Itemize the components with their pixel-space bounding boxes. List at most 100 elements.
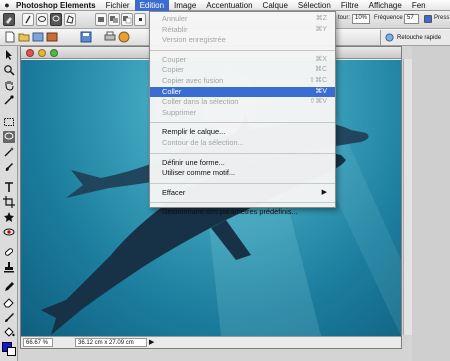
new-document-icon[interactable] bbox=[4, 31, 16, 43]
document-statusbar: 66.67 % 36.12 cm x 27.09 cm ▶ bbox=[21, 336, 401, 348]
menu-item-copier-avec-fusion[interactable]: Copier avec fusion ⇧⌘C bbox=[150, 76, 335, 87]
eyedropper-tool-icon[interactable] bbox=[3, 94, 15, 106]
selection-brush-tool-icon[interactable] bbox=[3, 161, 15, 173]
document-size-field: 36.12 cm x 27.09 cm bbox=[75, 338, 147, 347]
menu-affichage[interactable]: Affichage bbox=[364, 0, 407, 11]
marquee-tool-icon[interactable] bbox=[3, 116, 15, 128]
menu-item-utiliser-comme-motif[interactable]: Utiliser comme motif... bbox=[150, 168, 335, 179]
menu-item-label: Gestionnaire des paramètres prédéfinis..… bbox=[162, 207, 298, 217]
cookie-cutter-tool-icon[interactable] bbox=[3, 211, 15, 223]
menu-item-gestionnaire-des-parametres[interactable]: Gestionnaire des paramètres prédéfinis..… bbox=[150, 207, 335, 218]
tolerance-field[interactable]: 10% bbox=[352, 14, 370, 24]
menu-item-retablir[interactable]: Rétablir ⌘Y bbox=[150, 25, 335, 36]
quick-fix-label: Retouche rapide bbox=[397, 34, 442, 41]
menu-item-label: Effacer bbox=[162, 187, 186, 197]
menu-separator bbox=[150, 122, 335, 124]
browse-icon[interactable] bbox=[32, 31, 44, 43]
frequency-field[interactable]: 57 bbox=[404, 14, 419, 24]
clone-stamp-tool-icon[interactable] bbox=[3, 261, 15, 273]
menu-item-shortcut: ⌘Y bbox=[315, 25, 327, 33]
menu-item-label: Couper bbox=[162, 54, 187, 64]
pressure-label: Press bbox=[434, 15, 450, 21]
apple-menu-icon[interactable]: ● bbox=[0, 0, 14, 10]
menu-item-shortcut: ⌘X bbox=[315, 55, 327, 63]
paint-bucket-tool-icon[interactable] bbox=[3, 326, 15, 338]
menu-edition[interactable]: Edition bbox=[134, 0, 170, 11]
subtract-selection-icon[interactable] bbox=[121, 13, 133, 26]
menu-filtre[interactable]: Filtre bbox=[336, 0, 364, 11]
menu-item-label: Supprimer bbox=[162, 107, 197, 117]
tool-preset-icon[interactable] bbox=[3, 13, 15, 26]
healing-brush-tool-icon[interactable] bbox=[3, 246, 15, 258]
menu-separator bbox=[150, 152, 335, 154]
zoom-window-icon[interactable] bbox=[50, 49, 58, 57]
menu-fichier[interactable]: Fichier bbox=[101, 0, 135, 11]
frequency-label: Fréquence : bbox=[374, 15, 407, 21]
eraser-tool-icon[interactable] bbox=[3, 296, 15, 308]
zoom-field[interactable]: 66.67 % bbox=[23, 338, 53, 347]
menu-item-label: Coller bbox=[162, 86, 182, 96]
menu-item-effacer[interactable]: Effacer ▶ bbox=[150, 188, 335, 199]
menu-item-coller[interactable]: Coller ⌘V bbox=[150, 86, 335, 98]
menu-item-supprimer[interactable]: Supprimer bbox=[150, 108, 335, 119]
pencil-tool-icon[interactable] bbox=[3, 281, 15, 293]
menu-separator bbox=[150, 49, 335, 51]
save-icon[interactable] bbox=[80, 31, 92, 43]
vertical-scrollbar[interactable] bbox=[403, 59, 412, 335]
background-color-swatch[interactable] bbox=[7, 347, 16, 356]
menu-item-shortcut: ⇧⌘V bbox=[309, 98, 327, 106]
lasso-icon[interactable] bbox=[50, 13, 62, 26]
print-icon[interactable] bbox=[104, 31, 116, 43]
move-tool-icon[interactable] bbox=[3, 49, 15, 61]
menu-item-label: Utiliser comme motif... bbox=[162, 168, 236, 178]
tolerance-label: tour: bbox=[338, 15, 351, 21]
intersect-selection-icon[interactable] bbox=[134, 13, 146, 26]
magic-wand-tool-icon[interactable] bbox=[3, 146, 15, 158]
menu-bar: ● Photoshop Elements Fichier Edition Ima… bbox=[0, 0, 450, 11]
minimize-window-icon[interactable] bbox=[38, 49, 46, 57]
menu-item-contour-de-la-selection[interactable]: Contour de la sélection... bbox=[150, 138, 335, 149]
menu-item-couper[interactable]: Couper ⌘X bbox=[150, 55, 335, 66]
menu-fenetre[interactable]: Fen bbox=[407, 0, 431, 11]
menu-calque[interactable]: Calque bbox=[258, 0, 293, 11]
type-tool-icon[interactable] bbox=[3, 181, 15, 193]
red-eye-tool-icon[interactable] bbox=[3, 226, 15, 238]
menu-item-shortcut: ⌘C bbox=[314, 66, 327, 74]
menu-item-label: Remplir le calque... bbox=[162, 127, 226, 137]
menu-item-label: Copier bbox=[162, 65, 184, 75]
brush-option-icon[interactable] bbox=[22, 13, 34, 26]
polygon-lasso-icon[interactable] bbox=[64, 13, 76, 26]
menu-item-annuler[interactable]: Annuler ⌘Z bbox=[150, 14, 335, 25]
brush-tool-icon[interactable] bbox=[3, 311, 15, 323]
menu-item-version-enregistree[interactable]: Version enregistrée bbox=[150, 35, 335, 46]
menu-item-label: Définir une forme... bbox=[162, 157, 225, 167]
menu-selection[interactable]: Sélection bbox=[293, 0, 336, 11]
quick-fix-icon bbox=[385, 33, 394, 42]
new-selection-icon[interactable] bbox=[95, 13, 107, 26]
menu-item-label: Version enregistrée bbox=[162, 35, 226, 45]
photo-icon[interactable] bbox=[46, 31, 58, 43]
quick-fix-button[interactable]: Retouche rapide bbox=[380, 30, 450, 45]
menu-app-name[interactable]: Photoshop Elements bbox=[14, 0, 101, 11]
menu-item-definir-une-forme[interactable]: Définir une forme... bbox=[150, 158, 335, 169]
email-icon[interactable] bbox=[118, 31, 130, 43]
menu-separator bbox=[150, 202, 335, 204]
pressure-checkbox[interactable] bbox=[424, 15, 432, 23]
zoom-tool-icon[interactable] bbox=[3, 64, 15, 76]
menu-item-copier[interactable]: Copier ⌘C bbox=[150, 65, 335, 76]
menu-accentuation[interactable]: Accentuation bbox=[201, 0, 257, 11]
close-window-icon[interactable] bbox=[26, 49, 34, 57]
crop-tool-icon[interactable] bbox=[3, 196, 15, 208]
hand-tool-icon[interactable] bbox=[3, 79, 15, 91]
menu-image[interactable]: Image bbox=[169, 0, 201, 11]
edit-menu-dropdown: Annuler ⌘Z Rétablir ⌘Y Version enregistrée… bbox=[149, 11, 336, 216]
menu-separator bbox=[150, 182, 335, 184]
magnetic-lasso-icon[interactable] bbox=[36, 13, 48, 26]
menu-item-coller-dans-la-selection[interactable]: Coller dans la sélection ⇧⌘V bbox=[150, 97, 335, 108]
lasso-tool-icon[interactable] bbox=[3, 131, 15, 143]
add-selection-icon[interactable] bbox=[108, 13, 120, 26]
submenu-arrow-icon: ▶ bbox=[321, 188, 327, 196]
menu-item-remplir-le-calque[interactable]: Remplir le calque... bbox=[150, 127, 335, 138]
status-menu-arrow-icon[interactable]: ▶ bbox=[149, 338, 154, 346]
open-icon[interactable] bbox=[18, 31, 30, 43]
